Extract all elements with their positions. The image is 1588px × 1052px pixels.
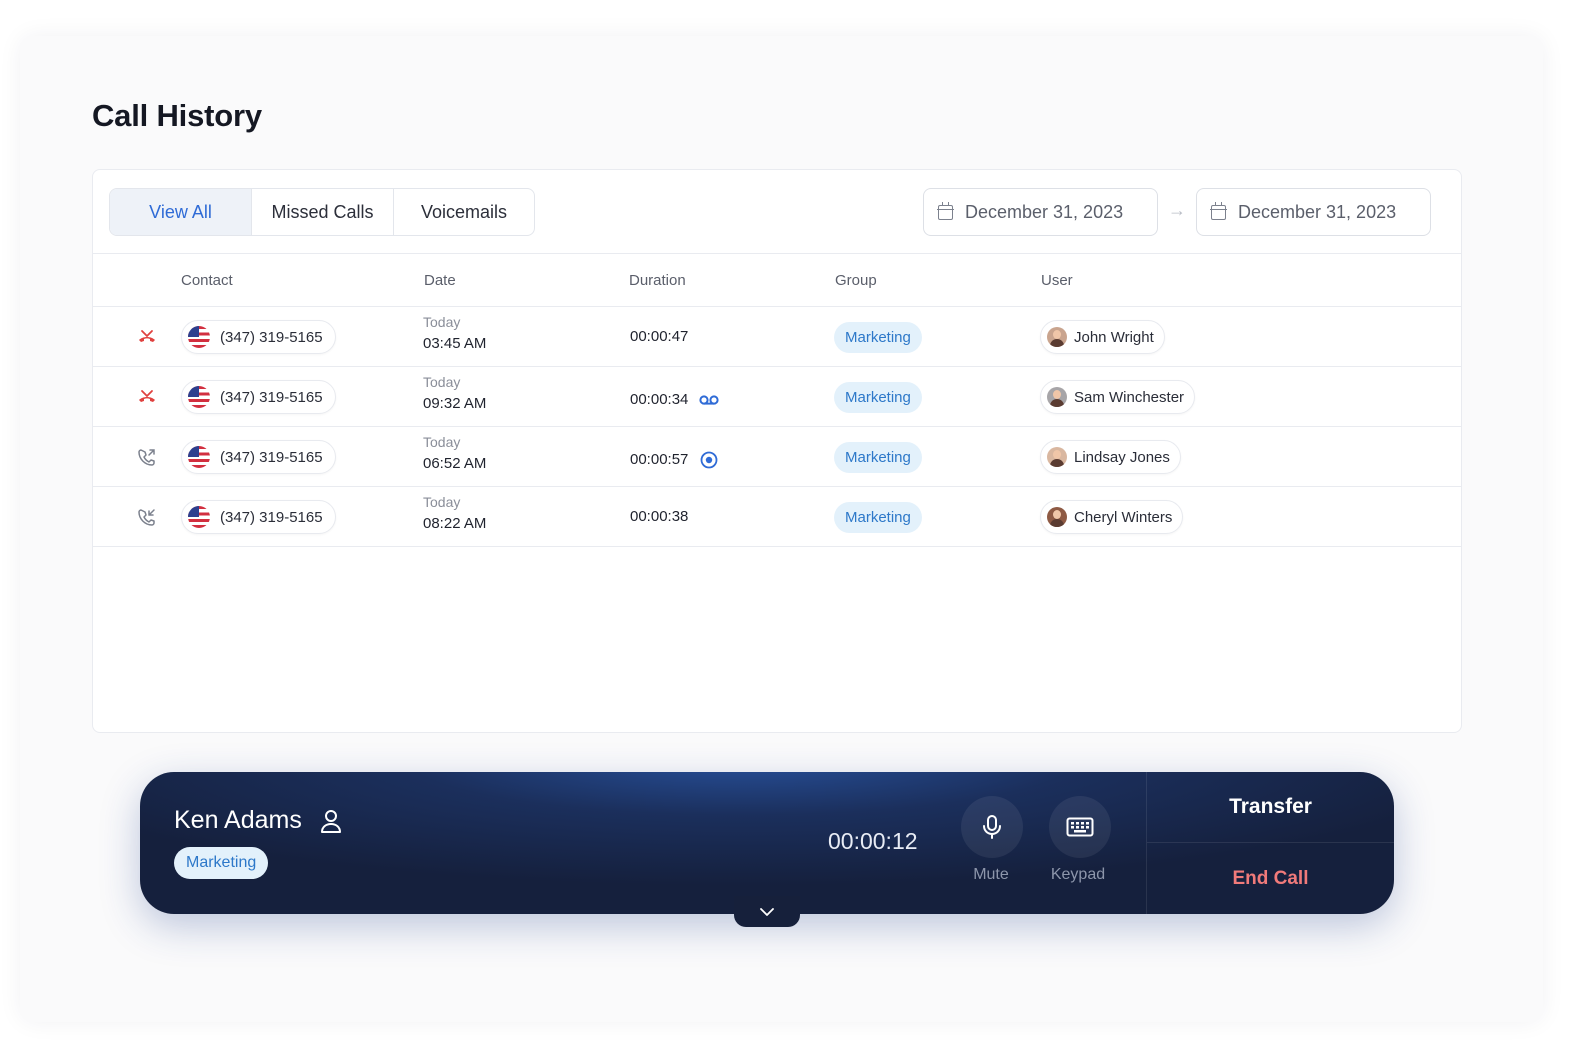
column-header-group: Group <box>835 272 877 289</box>
keypad-label: Keypad <box>1050 866 1106 883</box>
user-name: John Wright <box>1074 328 1154 346</box>
table-row[interactable]: (347) 319-5165 Today 08:22 AM 00:00:38 M… <box>93 487 1461 547</box>
call-day: Today <box>423 314 461 330</box>
user-chip[interactable]: Cheryl Winters <box>1040 500 1184 534</box>
column-header-user: User <box>1041 272 1073 289</box>
user-name: Cheryl Winters <box>1074 508 1173 526</box>
call-duration: 00:00:34 <box>630 388 720 410</box>
date-from-value: December 31, 2023 <box>965 201 1124 222</box>
tab-missed-calls[interactable]: Missed Calls <box>252 189 394 235</box>
group-badge: Marketing <box>834 502 922 533</box>
duration-value: 00:00:47 <box>630 328 689 345</box>
avatar <box>1047 327 1067 347</box>
call-duration: 00:00:47 <box>630 328 688 345</box>
caller-group-badge: Marketing <box>174 847 269 879</box>
column-header-date: Date <box>424 272 456 289</box>
duration-value: 00:00:34 <box>630 390 689 408</box>
column-header-duration: Duration <box>629 272 686 289</box>
call-date: Today 06:52 AM <box>423 434 486 472</box>
incoming-call-icon <box>138 509 155 526</box>
tab-voicemails[interactable]: Voicemails <box>394 189 534 235</box>
call-date: Today 08:22 AM <box>423 494 486 532</box>
keyboard-icon <box>1066 817 1094 837</box>
table-row[interactable]: (347) 319-5165 Today 06:52 AM 00:00:57 M… <box>93 427 1461 487</box>
active-call-bar: Ken Adams Marketing 00:00:12 Mute Keypad… <box>140 772 1394 914</box>
contact-chip[interactable]: (347) 319-5165 <box>181 320 336 354</box>
date-from-picker[interactable]: December 31, 2023 <box>923 188 1158 236</box>
mute-label: Mute <box>973 866 1009 883</box>
table-row[interactable]: (347) 319-5165 Today 09:32 AM 00:00:34 M… <box>93 367 1461 427</box>
call-history-card: View All Missed Calls Voicemails Decembe… <box>92 169 1462 733</box>
contact-chip[interactable]: (347) 319-5165 <box>181 380 336 414</box>
call-day: Today <box>423 374 461 390</box>
call-duration: 00:00:57 <box>630 448 720 470</box>
call-date: Today 09:32 AM <box>423 374 486 412</box>
caller-name: Ken Adams <box>174 806 302 834</box>
end-call-button[interactable]: End Call <box>1147 843 1394 914</box>
contact-number: (347) 319-5165 <box>220 448 323 466</box>
table-header: Contact Date Duration Group User <box>93 253 1461 307</box>
calendar-icon <box>1210 201 1227 220</box>
group-badge: Marketing <box>834 382 922 413</box>
microphone-icon <box>983 815 1001 839</box>
date-to-picker[interactable]: December 31, 2023 <box>1196 188 1431 236</box>
user-chip[interactable]: John Wright <box>1040 320 1165 354</box>
contact-number: (347) 319-5165 <box>220 328 323 346</box>
user-name: Sam Winchester <box>1074 388 1185 406</box>
call-time: 06:52 AM <box>423 455 487 472</box>
duration-value: 00:00:57 <box>630 450 689 468</box>
us-flag-icon <box>188 506 210 528</box>
outgoing-call-icon <box>138 449 155 466</box>
us-flag-icon <box>188 386 210 408</box>
recording-icon[interactable] <box>698 448 720 470</box>
us-flag-icon <box>188 446 210 468</box>
call-time: 09:32 AM <box>423 395 487 412</box>
transfer-button[interactable]: Transfer <box>1147 772 1394 843</box>
contact-chip[interactable]: (347) 319-5165 <box>181 440 336 474</box>
call-actions: Transfer End Call <box>1146 772 1394 914</box>
avatar <box>1047 387 1067 407</box>
contact-number: (347) 319-5165 <box>220 388 323 406</box>
calendar-icon <box>937 201 954 220</box>
mute-button[interactable] <box>961 796 1023 858</box>
arrow-right-icon: → <box>1168 200 1186 220</box>
call-day: Today <box>423 494 461 510</box>
missed-call-icon <box>139 390 155 402</box>
missed-call-icon <box>139 330 155 342</box>
call-time: 08:22 AM <box>423 515 487 532</box>
user-chip[interactable]: Lindsay Jones <box>1040 440 1181 474</box>
date-to-value: December 31, 2023 <box>1238 201 1397 222</box>
us-flag-icon <box>188 326 210 348</box>
user-name: Lindsay Jones <box>1074 448 1170 466</box>
group-badge: Marketing <box>834 442 922 473</box>
contact-number: (347) 319-5165 <box>220 508 323 526</box>
group-badge: Marketing <box>834 322 922 353</box>
column-header-contact: Contact <box>181 272 233 289</box>
call-duration: 00:00:38 <box>630 508 688 525</box>
collapse-call-bar-button[interactable] <box>734 896 800 927</box>
filter-tabs: View All Missed Calls Voicemails <box>109 188 535 236</box>
contact-profile-icon[interactable] <box>320 808 342 834</box>
call-day: Today <box>423 434 461 450</box>
avatar <box>1047 507 1067 527</box>
duration-value: 00:00:38 <box>630 508 689 525</box>
tab-view-all[interactable]: View All <box>110 189 252 235</box>
avatar <box>1047 447 1067 467</box>
keypad-button[interactable] <box>1049 796 1111 858</box>
user-chip[interactable]: Sam Winchester <box>1040 380 1196 414</box>
call-date: Today 03:45 AM <box>423 314 486 352</box>
voicemail-icon[interactable] <box>698 388 720 410</box>
table-row[interactable]: (347) 319-5165 Today 03:45 AM 00:00:47 M… <box>93 307 1461 367</box>
page-title: Call History <box>92 98 262 133</box>
chevron-down-icon <box>760 907 774 916</box>
contact-chip[interactable]: (347) 319-5165 <box>181 500 336 534</box>
call-time: 03:45 AM <box>423 335 487 352</box>
call-timer: 00:00:12 <box>828 828 918 854</box>
